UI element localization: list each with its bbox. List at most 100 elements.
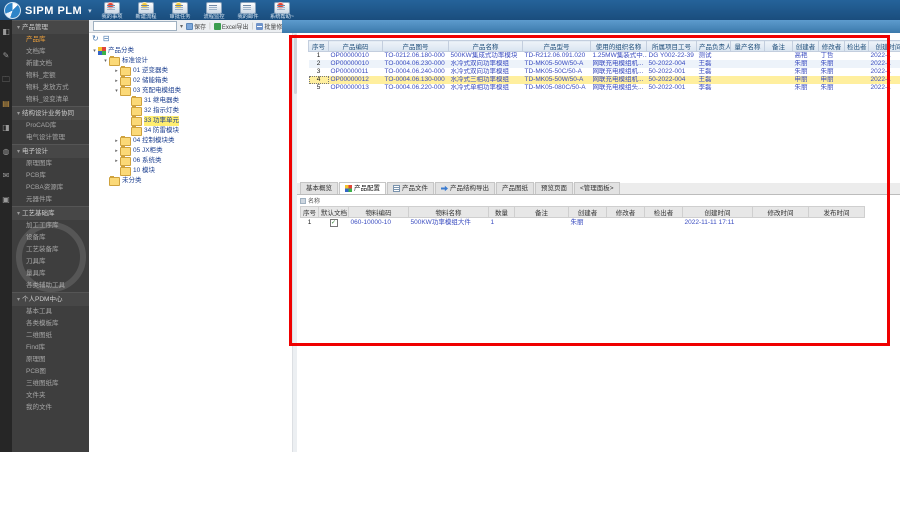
sidebar-item[interactable]: 文件夹 [12, 390, 89, 402]
sidebar-item[interactable]: 元器件库 [12, 194, 89, 206]
tool-icon[interactable]: ◨ [0, 116, 12, 140]
tab-产品文件[interactable]: 产品文件 [387, 182, 434, 194]
sidebar-item[interactable]: 工艺装备库 [12, 244, 89, 256]
sidebar-item[interactable]: 原理图 [12, 354, 89, 366]
column-header[interactable]: 修改者 [606, 206, 645, 218]
column-header[interactable]: 创建时间 [682, 206, 753, 218]
tool-icon[interactable]: ◍ [0, 140, 12, 164]
column-header[interactable]: 备注 [514, 206, 569, 218]
table-row[interactable]: 1 OP00000010 TO-0212.06.180-000 500KW集成式功率模… [308, 51, 900, 60]
tab-基本概览[interactable]: 基本概览 [300, 182, 338, 194]
table-row[interactable]: 5 OP00000013 TO-0004.06.220-000 水冷式单相功率模组 TD… [308, 84, 900, 92]
sidebar-section-header[interactable]: ▾ 工艺基础库 [12, 206, 89, 220]
tree-node[interactable]: ▸ 02 储能箱类 [89, 75, 292, 86]
tree-node[interactable]: ▾ 产品分类 [89, 46, 292, 56]
column-header[interactable]: 产品编码 [328, 40, 383, 52]
column-header[interactable]: 物料编码 [348, 206, 409, 218]
column-header[interactable]: 产品名称 [448, 40, 523, 52]
chevron-right-icon[interactable]: ▸ [113, 136, 120, 146]
tree-node[interactable]: 10 模块 [89, 165, 292, 176]
refresh-icon[interactable]: ↻ [92, 34, 99, 45]
sidebar-item[interactable]: 基本工具 [12, 306, 89, 318]
sidebar-item[interactable]: 各类模板库 [12, 318, 89, 330]
table-row[interactable]: 2 OP00000010 TO-0004.06.230-000 水冷式双向功率模组 TD… [308, 60, 900, 68]
sidebar-item[interactable]: 电气设计管理 [12, 132, 89, 144]
tree-node[interactable]: ▸ 01 逆变器类 [89, 65, 292, 76]
sidebar-item[interactable]: 物料_发放方式 [12, 82, 89, 94]
column-header[interactable]: 所属项目工号 [646, 40, 697, 52]
sidebar-item[interactable]: 各类辅助工具 [12, 280, 89, 292]
chevron-right-icon[interactable]: ▸ [113, 66, 120, 76]
sidebar-item[interactable]: 我的文件 [12, 402, 89, 414]
sidebar-section-header[interactable]: ▾ 电子设计 [12, 144, 89, 158]
sidebar-item[interactable]: 二维图纸 [12, 330, 89, 342]
column-header[interactable]: 检出者 [644, 206, 683, 218]
sidebar-section-header[interactable]: ▾ 产品管理 [12, 20, 89, 34]
column-header[interactable]: 检出者 [844, 40, 869, 52]
tree-node[interactable]: ▸ 05 JX柜类 [89, 145, 292, 156]
mail-icon[interactable]: 我的邮件 [231, 1, 265, 20]
column-header[interactable]: 使用的组织名称 [590, 40, 647, 52]
table-row[interactable]: 1 ✓ 060-10000-10 500KW功率模组大件 1 朱丽 2022-11-11 1… [301, 218, 865, 227]
tool-icon[interactable]: ▣ [0, 188, 12, 212]
filter-icon[interactable] [300, 197, 306, 204]
tree-node[interactable]: ▾ 标准设计 [89, 55, 292, 66]
new-process-icon[interactable]: 新建流程 [129, 1, 163, 20]
chevron-down-icon[interactable]: ▾ [88, 7, 92, 15]
sidebar-item[interactable]: 加工工序库 [12, 220, 89, 232]
tree-node[interactable]: ▾ 03 充配电模组类 [89, 85, 292, 96]
sidebar-item[interactable]: 文档库 [12, 46, 89, 58]
tree-node[interactable]: 33 功率单元 [89, 115, 292, 126]
tab-预览页面[interactable]: 预览页面 [535, 182, 573, 194]
sidebar-item[interactable]: PCB图 [12, 366, 89, 378]
column-header[interactable]: 物料名称 [408, 206, 489, 218]
sidebar-item[interactable]: 设备库 [12, 232, 89, 244]
column-header[interactable]: 产品负责人 [696, 40, 731, 52]
tool-icon[interactable]: ✉ [0, 164, 12, 188]
tree-node[interactable]: 34 防雷模块 [89, 125, 292, 136]
filter-dropdown-icon[interactable]: ▾ [180, 23, 183, 30]
column-header[interactable]: 修改者 [818, 40, 845, 52]
column-header[interactable]: 创建者 [568, 206, 607, 218]
tool-icon[interactable]: ▤ [0, 92, 12, 116]
tab-管理面板[interactable]: <管理面板> [574, 182, 620, 194]
column-header[interactable]: 产品型号 [522, 40, 591, 52]
tool-icon[interactable]: ✎ [0, 44, 12, 68]
chevron-right-icon[interactable]: ▸ [113, 146, 120, 156]
tool-icon[interactable]: 🗀 [0, 68, 12, 92]
sidebar-item[interactable]: ProCAD库 [12, 120, 89, 132]
sidebar-item[interactable]: PCB库 [12, 170, 89, 182]
sidebar-item[interactable]: 三维图纸库 [12, 378, 89, 390]
my-tasks-icon[interactable]: 我的事项 [95, 1, 129, 20]
tree-node[interactable]: 31 继电器类 [89, 95, 292, 106]
chevron-down-icon[interactable]: ▾ [113, 86, 120, 96]
tree-node[interactable]: 32 指示灯类 [89, 105, 292, 116]
column-header[interactable]: 数量 [488, 206, 515, 218]
approval-tasks-icon[interactable]: 审批任务 [163, 1, 197, 20]
collapse-all-icon[interactable]: ⊟ [103, 34, 110, 45]
sidebar-item[interactable]: 新建文档 [12, 58, 89, 70]
chevron-down-icon[interactable]: ▾ [91, 46, 98, 56]
column-header[interactable]: 默认文档 [318, 206, 349, 218]
table-row[interactable]: 3 OP00000011 TO-0004.06.240-000 水冷式双向功率模组 TD… [308, 68, 900, 76]
sidebar-section-header[interactable]: ▾ 个人PDM中心 [12, 292, 89, 306]
tab-产品配置[interactable]: 产品配置 [339, 182, 386, 194]
tool-icon[interactable]: ◧ [0, 20, 12, 44]
save-button[interactable]: 保存 [186, 22, 206, 31]
tab-产品结构导出[interactable]: 产品结构导出 [435, 182, 495, 194]
column-header[interactable]: 创建时间 [868, 40, 900, 52]
sidebar-item[interactable]: PCBA资源库 [12, 182, 89, 194]
column-header[interactable]: 序号 [308, 40, 329, 52]
chevron-down-icon[interactable]: ▾ [102, 56, 109, 66]
column-header[interactable]: 发布时间 [808, 206, 865, 218]
tab-产品图纸[interactable]: 产品图纸 [496, 182, 534, 194]
search-input[interactable] [93, 21, 177, 31]
process-monitor-icon[interactable]: 流程监控 [197, 1, 231, 20]
column-header[interactable]: 创建者 [792, 40, 819, 52]
help-icon[interactable]: 系统帮助~ [265, 1, 299, 20]
sidebar-item[interactable]: 量具库 [12, 268, 89, 280]
sidebar-item[interactable]: 原理图库 [12, 158, 89, 170]
chevron-right-icon[interactable]: ▸ [113, 76, 120, 86]
column-header[interactable]: 修改时间 [752, 206, 809, 218]
app-logo[interactable]: SIPM PLM ▾ [4, 2, 92, 19]
